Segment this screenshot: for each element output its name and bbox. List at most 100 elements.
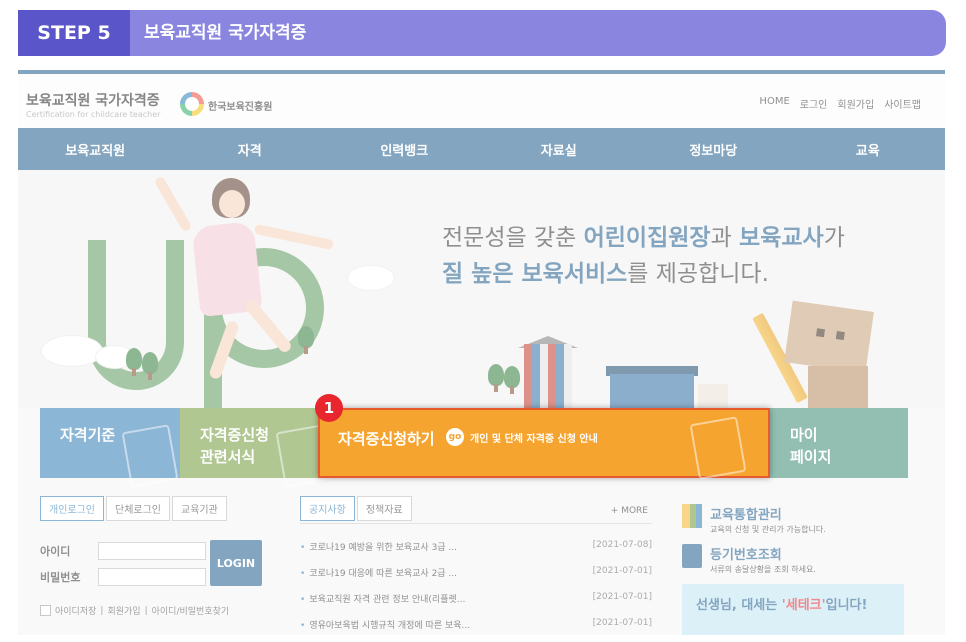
bullet-icon: •	[300, 621, 306, 631]
banner-text-part: 입니다!	[825, 598, 868, 613]
login-links: 아이디저장 | 회원가입 | 아이디/비밀번호찾기	[40, 604, 229, 617]
tree-icon	[488, 364, 504, 392]
list-item[interactable]: • 코로나19 대응에 따른 보육교사 2급 ... [2021-07-01]	[300, 566, 652, 579]
box-character-head	[784, 300, 874, 374]
org-logo-icon[interactable]	[180, 92, 204, 116]
notice-title: 코로나19 예방을 위한 보육교사 3급 ...	[309, 543, 458, 553]
tree-icon	[142, 352, 158, 380]
separator: |	[100, 605, 104, 616]
find-account-link[interactable]: 아이디/비밀번호찾기	[152, 604, 230, 617]
save-id-label[interactable]: 아이디저장	[55, 604, 96, 617]
edu-management-link[interactable]: 교육통합관리 교육의 신청 및 관리가 가능합니다.	[682, 504, 826, 535]
login-link[interactable]: 로그인	[800, 96, 828, 111]
tree-icon	[298, 326, 314, 354]
org-name[interactable]: 한국보육진흥원	[208, 98, 272, 113]
sitemap-link[interactable]: 사이트맵	[884, 96, 921, 111]
more-link[interactable]: + MORE	[611, 506, 648, 516]
tagline-text: 를 제공합니다.	[627, 261, 769, 287]
notice-date: [2021-07-01]	[592, 592, 652, 602]
bullet-icon: •	[300, 543, 306, 553]
house-illustration	[610, 374, 694, 408]
tagline-text: 전문성을 갖춘	[442, 225, 584, 251]
id-row: 아이디	[40, 542, 206, 560]
notice-date: [2021-07-01]	[592, 618, 652, 628]
tax-banner[interactable]: 선생님, 대세는 '세테크'입니다!	[682, 584, 904, 635]
building-illustration	[524, 344, 572, 408]
tagline-highlight: 질 높은 보육서비스	[442, 261, 628, 287]
tile-label: 마이 페이지	[790, 424, 831, 468]
separator: |	[144, 605, 148, 616]
nav-item-info[interactable]: 정보마당	[636, 128, 791, 170]
box-character-eye	[835, 331, 845, 341]
tree-icon	[126, 348, 142, 376]
books-icon	[682, 504, 702, 528]
banner-text-part: 선생님, 대세는	[696, 598, 782, 613]
document-icon	[121, 424, 179, 488]
apply-certificate-desc: 개인 및 단체 자격증 신청 안내	[470, 434, 598, 445]
tab-institution-login[interactable]: 교육기관	[172, 496, 227, 521]
notice-date: [2021-07-01]	[592, 566, 652, 576]
go-badge-icon: go	[446, 428, 464, 446]
tile-label-line: 관련서식	[200, 448, 256, 466]
tile-application-forms[interactable]: 자격증신청 관련서식	[180, 408, 333, 488]
edu-management-title: 교육통합관리	[710, 508, 782, 523]
apply-certificate-label: 자격증신청하기	[338, 430, 435, 448]
cloud-icon	[348, 266, 394, 290]
id-input[interactable]	[98, 542, 206, 560]
box-character-eye	[815, 328, 826, 338]
tile-label-line: 마이	[790, 426, 818, 444]
girl-face	[219, 190, 245, 218]
password-input[interactable]	[98, 568, 206, 586]
document-icon	[689, 416, 747, 480]
tab-group-login[interactable]: 단체로그인	[106, 496, 170, 521]
list-item[interactable]: • 영유아보육법 시행규칙 개정에 따른 보육... [2021-07-01]	[300, 618, 652, 631]
notebook-icon	[682, 544, 702, 568]
nav-item-qualification[interactable]: 자격	[173, 128, 328, 170]
box-character-body	[808, 366, 868, 408]
notice-board: 공지사항 정책자료 + MORE • 코로나19 예방을 위한 보육교사 3급 .…	[300, 496, 652, 635]
home-link[interactable]: HOME	[759, 96, 789, 111]
tab-policy[interactable]: 정책자료	[356, 496, 412, 521]
tile-qualification-standard[interactable]: 자격기준	[40, 408, 180, 488]
tagline-text: 가	[823, 225, 845, 251]
main-nav: 보육교직원 자격 인력뱅크 자료실 정보마당 교육	[18, 128, 945, 170]
divider	[300, 523, 652, 524]
tree-icon	[504, 366, 520, 394]
step-number: STEP 5	[18, 10, 130, 56]
list-item[interactable]: • 보육교직원 자격 관련 정보 안내(리플렛... [2021-07-01]	[300, 592, 652, 605]
password-row: 비밀번호	[40, 568, 206, 586]
save-id-checkbox[interactable]	[40, 605, 51, 616]
nav-item-talent-bank[interactable]: 인력뱅크	[327, 128, 482, 170]
tile-label-line: 페이지	[790, 448, 832, 466]
signup-link[interactable]: 회원가입	[107, 604, 140, 617]
tile-label: 자격기준	[60, 426, 116, 444]
tile-my-page[interactable]: 마이 페이지	[770, 408, 908, 478]
nav-item-staff[interactable]: 보육교직원	[18, 128, 173, 170]
website-screenshot: 보육교직원 국가자격증 Certification for childcare …	[18, 70, 945, 635]
tile-apply-certificate[interactable]: 자격증신청하기 go 개인 및 단체 자격증 신청 안내	[318, 408, 770, 480]
site-logo-subtitle: Certification for childcare teacher	[26, 110, 161, 119]
notice-title: 영유아보육법 시행규칙 개정에 따른 보육...	[309, 621, 471, 631]
house-illustration	[698, 384, 728, 408]
list-item[interactable]: • 코로나19 예방을 위한 보육교사 3급 ... [2021-07-08]	[300, 540, 652, 553]
signup-link[interactable]: 회원가입	[837, 96, 874, 111]
tab-personal-login[interactable]: 개인로그인	[40, 496, 104, 521]
bullet-icon: •	[300, 595, 306, 605]
notice-title: 코로나19 대응에 따른 보육교사 2급 ...	[309, 569, 458, 579]
site-logo-title[interactable]: 보육교직원 국가자격증	[26, 90, 160, 110]
nav-item-archive[interactable]: 자료실	[482, 128, 637, 170]
tile-label-line: 자격증신청	[200, 426, 270, 444]
registry-lookup-sub: 서류의 송달상황을 조회 하세요.	[710, 565, 816, 574]
login-button[interactable]: LOGIN	[210, 540, 262, 586]
step-title: 보육교직원 국가자격증	[144, 23, 307, 43]
nav-item-education[interactable]: 교육	[791, 128, 946, 170]
step-marker-badge: 1	[315, 394, 343, 422]
girl-arm	[253, 223, 335, 251]
tile-label: 자격증신청 관련서식	[200, 424, 269, 468]
tab-notices[interactable]: 공지사항	[300, 496, 355, 521]
hero-tagline: 전문성을 갖춘 어린이집원장과 보육교사가 질 높은 보육서비스를 제공합니다.	[442, 220, 845, 292]
registry-lookup-link[interactable]: 등기번호조회 서류의 송달상황을 조회 하세요.	[682, 544, 816, 575]
bullet-icon: •	[300, 569, 306, 579]
notice-date: [2021-07-08]	[592, 540, 652, 550]
girl-arm	[153, 175, 193, 233]
